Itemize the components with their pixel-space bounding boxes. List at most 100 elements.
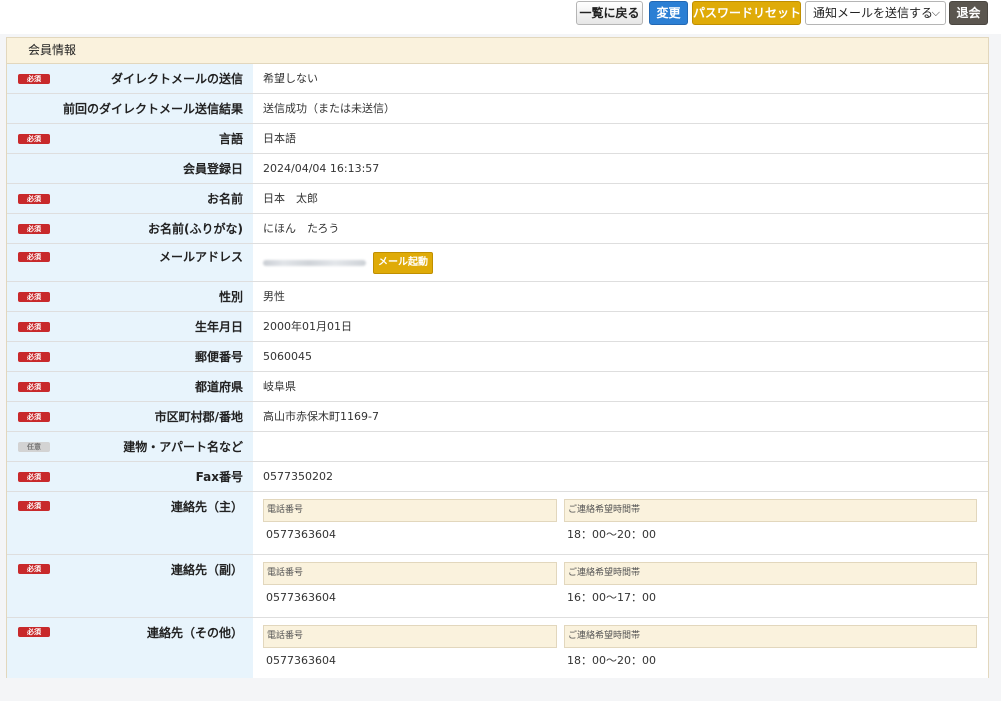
email-address-redacted [263, 259, 366, 266]
row-label: 必須 ダイレクトメールの送信 [7, 64, 253, 93]
row-label: 必須 連絡先（その他） [7, 618, 253, 678]
row-last-direct-mail-result: 前回のダイレクトメール送信結果 送信成功（または未送信） [7, 94, 988, 124]
required-badge: 必須 [18, 412, 50, 422]
password-reset-button[interactable]: パスワードリセット [692, 1, 801, 25]
row-value: にほん たろう [263, 222, 340, 235]
row-label: 任意 建物・アパート名など [7, 432, 253, 461]
change-button[interactable]: 変更 [649, 1, 688, 25]
row-label-text: お名前(ふりがな) [148, 222, 243, 236]
required-badge: 必須 [18, 322, 50, 332]
row-label-text: メールアドレス [158, 250, 243, 264]
time-header: ご連絡希望時間帯 [564, 625, 977, 648]
member-info-panel: 会員情報 必須 ダイレクトメールの送信 希望しない 前回のダイレクトメール送信結… [6, 37, 989, 678]
row-label: 前回のダイレクトメール送信結果 [7, 94, 253, 123]
row-registration-date: 会員登録日 2024/04/04 16:13:57 [7, 154, 988, 184]
required-badge: 必須 [18, 382, 50, 392]
panel-title: 会員情報 [7, 38, 988, 64]
row-label-text: 建物・アパート名など [123, 440, 243, 454]
contact-grid: 電話番号 ご連絡希望時間帯 0577363604 18：00〜20：00 [253, 492, 988, 554]
row-label: 必須 お名前(ふりがな) [7, 214, 253, 243]
row-label-text: 連絡先（主） [170, 500, 243, 514]
phone-value: 0577363604 [266, 591, 336, 604]
row-label: 必須 お名前 [7, 184, 253, 213]
row-value: 日本語 [263, 132, 296, 145]
phone-value: 0577363604 [266, 528, 336, 541]
row-value: 希望しない [263, 72, 318, 85]
row-label-text: 連絡先（その他） [146, 626, 243, 640]
row-label: 必須 性別 [7, 282, 253, 311]
row-name-furigana: 必須 お名前(ふりがな) にほん たろう [7, 214, 988, 244]
chevron-down-icon: ⌵ [931, 6, 940, 19]
required-badge: 必須 [18, 501, 50, 511]
row-label: 会員登録日 [7, 154, 253, 183]
notification-mail-select[interactable]: 通知メールを送信する ⌵ [805, 1, 946, 25]
time-header: ご連絡希望時間帯 [564, 499, 977, 522]
required-badge: 必須 [18, 194, 50, 204]
row-contact-main: 必須 連絡先（主） 電話番号 ご連絡希望時間帯 0577363604 18：00… [7, 492, 988, 555]
required-badge: 必須 [18, 472, 50, 482]
row-label-text: 性別 [218, 290, 243, 304]
time-header: ご連絡希望時間帯 [564, 562, 977, 585]
row-contact-sub: 必須 連絡先（副） 電話番号 ご連絡希望時間帯 0577363604 16：00… [7, 555, 988, 618]
row-label-text: 前回のダイレクトメール送信結果 [62, 102, 243, 116]
time-value: 18：00〜20：00 [567, 654, 656, 667]
launch-mail-button[interactable]: メール起動 [373, 251, 433, 274]
row-label-text: 言語 [218, 132, 243, 146]
row-label: 必須 Fax番号 [7, 462, 253, 491]
row-label: 必須 言語 [7, 124, 253, 153]
row-label: 必須 連絡先（主） [7, 492, 253, 554]
required-badge: 必須 [18, 627, 50, 637]
phone-header: 電話番号 [263, 625, 557, 648]
row-email: 必須 メールアドレス メール起動 [7, 244, 988, 282]
row-prefecture: 必須 都道府県 岐阜県 [7, 372, 988, 402]
row-label: 必須 連絡先（副） [7, 555, 253, 617]
row-value: 0577350202 [263, 470, 333, 483]
member-detail-screen: 一覧に戻る 変更 パスワードリセット 通知メールを送信する ⌵ 退会 会員情報 … [0, 0, 1001, 701]
row-value: 2000年01月01日 [263, 320, 352, 333]
time-value: 18：00〜20：00 [567, 528, 656, 541]
row-label: 必須 都道府県 [7, 372, 253, 401]
phone-value: 0577363604 [266, 654, 336, 667]
row-value: 5060045 [263, 350, 312, 363]
row-name: 必須 お名前 日本 太郎 [7, 184, 988, 214]
required-badge: 必須 [18, 564, 50, 574]
time-value: 16：00〜17：00 [567, 591, 656, 604]
notification-mail-select-value: 通知メールを送信する [813, 6, 934, 20]
phone-header: 電話番号 [263, 499, 557, 522]
row-label-text: お名前 [206, 192, 243, 206]
optional-badge: 任意 [18, 442, 50, 452]
back-to-list-button[interactable]: 一覧に戻る [576, 1, 643, 25]
row-label-text: ダイレクトメールの送信 [110, 72, 243, 86]
row-label: 必須 生年月日 [7, 312, 253, 341]
phone-header: 電話番号 [263, 562, 557, 585]
row-label-text: 会員登録日 [182, 162, 243, 176]
required-badge: 必須 [18, 224, 50, 234]
row-label-text: 都道府県 [194, 380, 243, 394]
row-label: 必須 市区町村郡/番地 [7, 402, 253, 431]
row-building: 任意 建物・アパート名など [7, 432, 988, 462]
action-toolbar: 一覧に戻る 変更 パスワードリセット 通知メールを送信する ⌵ 退会 [0, 0, 1001, 34]
row-language: 必須 言語 日本語 [7, 124, 988, 154]
row-city-address: 必須 市区町村郡/番地 高山市赤保木町1169-7 [7, 402, 988, 432]
row-value: 送信成功（または未送信） [263, 102, 395, 115]
row-gender: 必須 性別 男性 [7, 282, 988, 312]
row-birthdate: 必須 生年月日 2000年01月01日 [7, 312, 988, 342]
row-value: 日本 太郎 [263, 192, 318, 205]
required-badge: 必須 [18, 292, 50, 302]
row-value: 高山市赤保木町1169-7 [263, 410, 379, 423]
row-value: 岐阜県 [263, 380, 296, 393]
row-contact-other: 必須 連絡先（その他） 電話番号 ご連絡希望時間帯 0577363604 18：… [7, 618, 988, 678]
row-value: 男性 [263, 290, 285, 303]
row-label: 必須 郵便番号 [7, 342, 253, 371]
row-value: メール起動 [253, 244, 988, 281]
row-fax: 必須 Fax番号 0577350202 [7, 462, 988, 492]
row-direct-mail: 必須 ダイレクトメールの送信 希望しない [7, 64, 988, 94]
required-badge: 必須 [18, 134, 50, 144]
row-label-text: 生年月日 [194, 320, 243, 334]
row-value [253, 432, 988, 461]
contact-grid: 電話番号 ご連絡希望時間帯 0577363604 16：00〜17：00 [253, 555, 988, 617]
required-badge: 必須 [18, 252, 50, 262]
row-label-text: Fax番号 [195, 470, 243, 484]
required-badge: 必須 [18, 352, 50, 362]
withdraw-button[interactable]: 退会 [949, 1, 988, 25]
